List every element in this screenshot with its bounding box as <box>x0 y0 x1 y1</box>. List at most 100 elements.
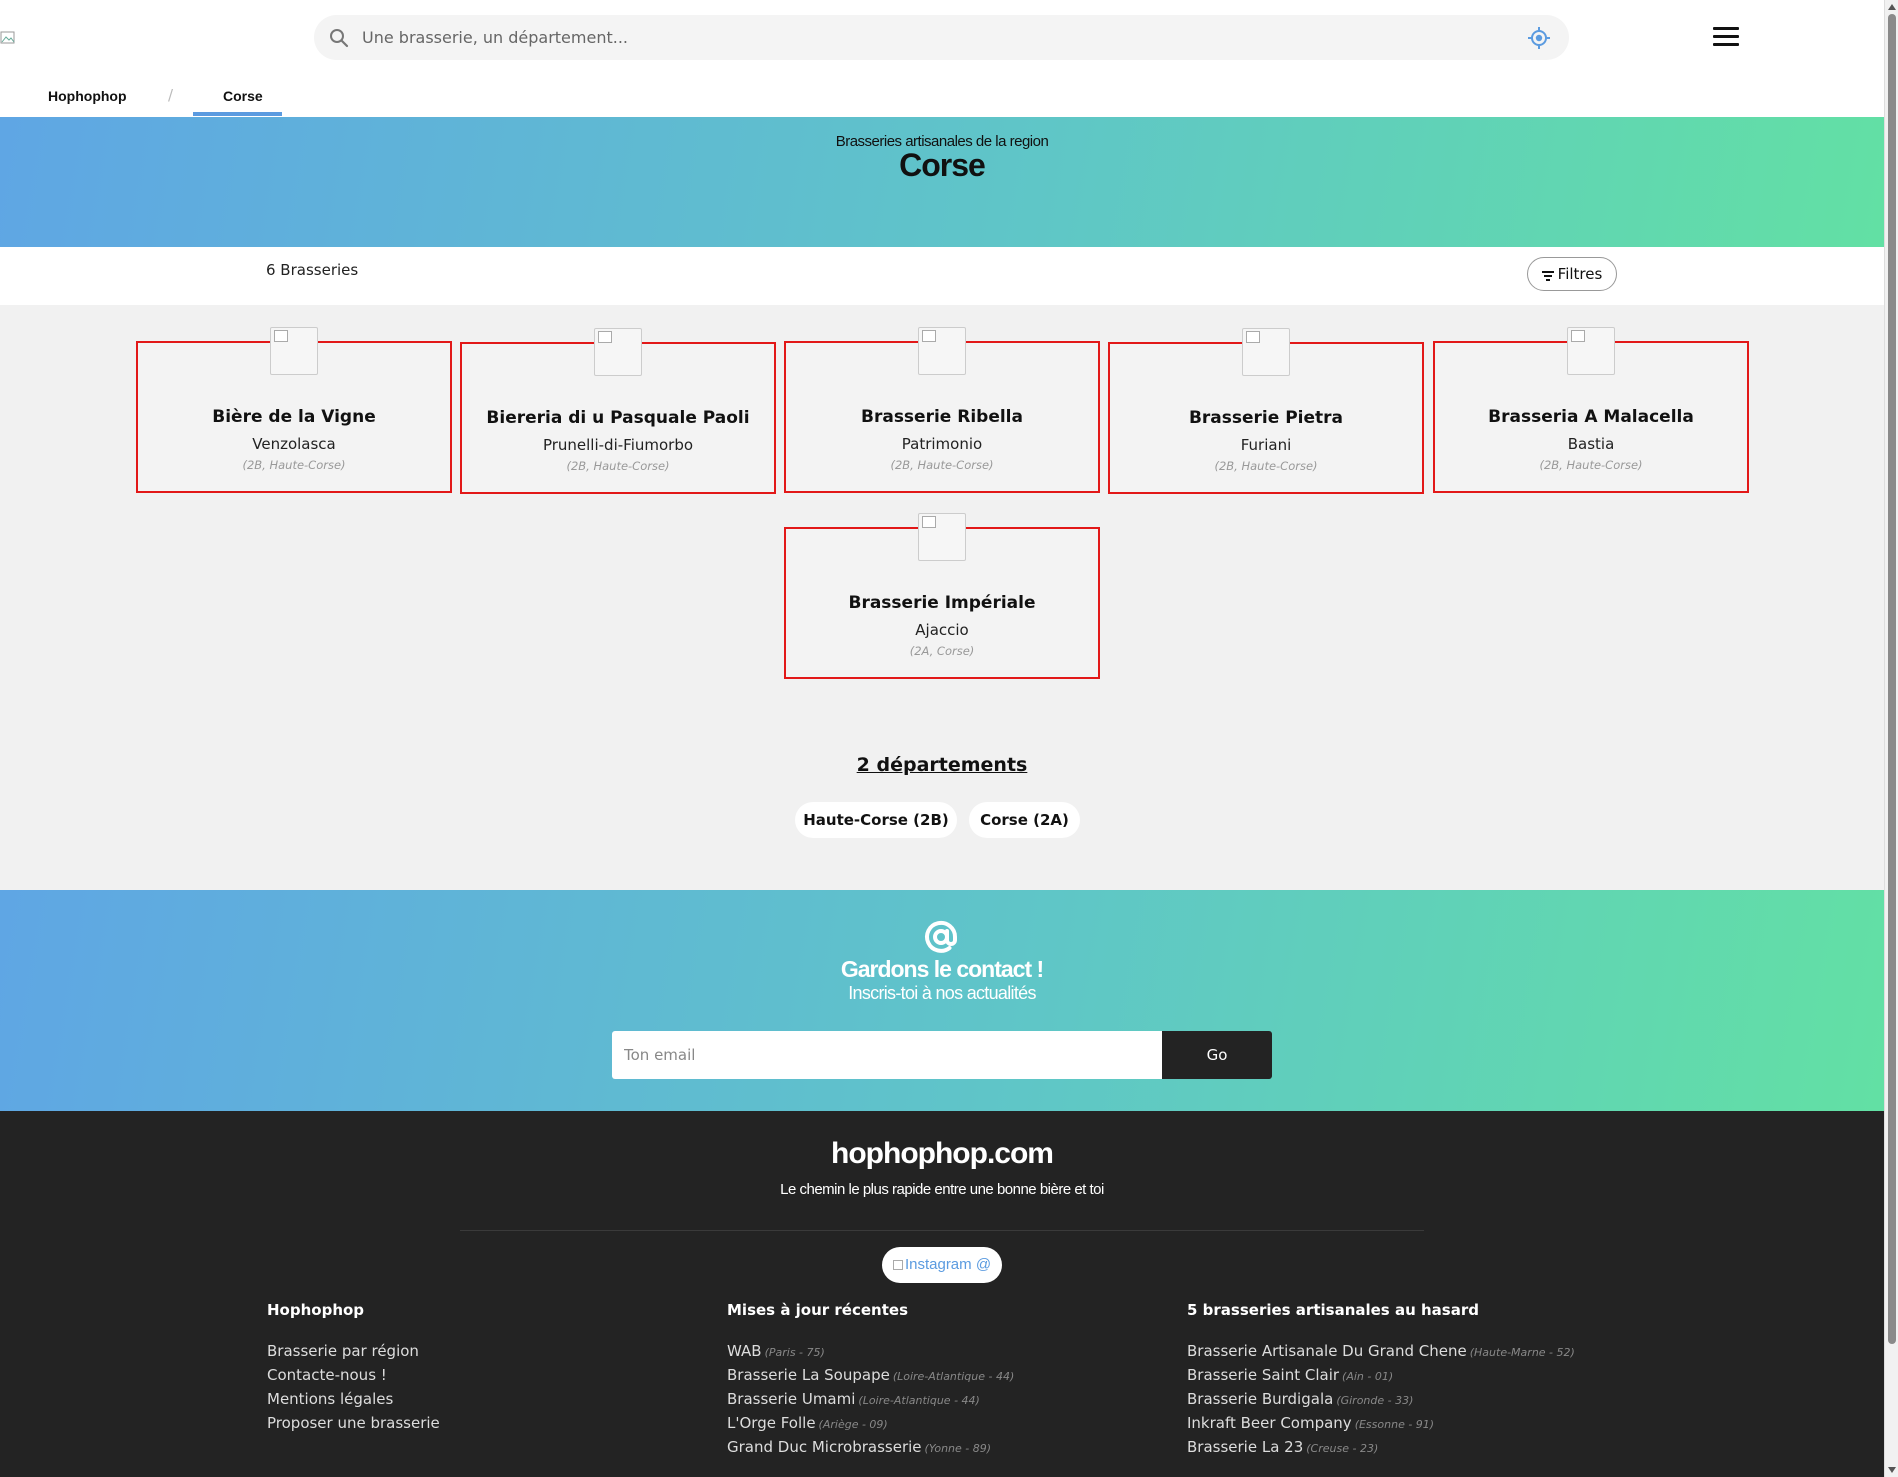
footer-column-title: Mises à jour récentes <box>727 1301 908 1319</box>
brewery-city: Prunelli-di-Fiumorbo <box>542 436 694 454</box>
footer-column-hophophop: Hophophop Brasserie par région Contacte-… <box>267 1301 440 1435</box>
filters-button[interactable]: Filtres <box>1527 257 1617 291</box>
brewery-department: (2B, Haute-Corse) <box>566 459 670 473</box>
instagram-broken-image-icon <box>892 1260 903 1270</box>
breadcrumb: Hophophop / Corse <box>0 75 1884 117</box>
footer-link[interactable]: Proposer une brasserie <box>267 1411 440 1435</box>
brewery-city: Bastia <box>1567 435 1615 453</box>
results-count: 6 Brasseries <box>266 261 359 279</box>
footer-brewery-link[interactable]: Brasserie La 23 (Creuse - 23) <box>1187 1435 1575 1459</box>
footer-brewery-name: L'Orge Folle <box>727 1414 816 1432</box>
brewery-card[interactable]: Bière de la Vigne Venzolasca (2B, Haute-… <box>136 327 452 493</box>
footer-brewery-location: (Gironde - 33) <box>1336 1394 1414 1407</box>
footer-brewery-name: WAB <box>727 1342 762 1360</box>
brewery-logo-image <box>918 513 966 561</box>
breadcrumb-current[interactable]: Corse <box>223 88 263 104</box>
footer-brewery-link[interactable]: Brasserie Umami (Loire-Atlantique - 44) <box>727 1387 1014 1411</box>
page-scrollbar[interactable] <box>1884 0 1898 1477</box>
footer-column-title: Hophophop <box>267 1301 365 1319</box>
footer-brewery-link[interactable]: Brasserie Burdigala (Gironde - 33) <box>1187 1387 1575 1411</box>
brewery-department: (2B, Haute-Corse) <box>1214 459 1318 473</box>
newsletter-title: Gardons le contact ! <box>840 956 1044 982</box>
departement-pill[interactable]: Haute-Corse (2B) <box>795 802 957 838</box>
at-sign-icon <box>922 918 960 956</box>
brewery-logo-image <box>1242 328 1290 376</box>
footer-column-title: 5 brasseries artisanales au hasard <box>1187 1301 1479 1319</box>
footer-brewery-name: Brasserie Saint Clair <box>1187 1366 1340 1384</box>
newsletter-go-button[interactable]: Go <box>1162 1031 1272 1079</box>
search-icon <box>328 27 350 49</box>
crosshair-icon[interactable] <box>1527 26 1551 50</box>
footer-brewery-location: (Yonne - 89) <box>924 1442 992 1455</box>
header <box>0 0 1884 75</box>
brewery-name: Brasserie Pietra <box>1188 408 1344 428</box>
scroll-up-arrow-icon[interactable] <box>1888 4 1896 10</box>
footer-link[interactable]: Brasserie par région <box>267 1339 440 1363</box>
brewery-city: Furiani <box>1240 436 1292 454</box>
instagram-link[interactable]: Instagram @ <box>882 1247 1002 1283</box>
footer-brewery-location: (Loire-Atlantique - 44) <box>892 1370 1015 1383</box>
breadcrumb-active-indicator <box>193 112 282 116</box>
footer-brewery-link[interactable]: Grand Duc Microbrasserie (Yonne - 89) <box>727 1435 1014 1459</box>
brewery-card[interactable]: Brasseria A Malacella Bastia (2B, Haute-… <box>1433 327 1749 493</box>
footer: hophophop.com Le chemin le plus rapide e… <box>0 1111 1884 1477</box>
brewery-logo-image <box>918 327 966 375</box>
footer-brewery-name: Brasserie La 23 <box>1187 1438 1304 1456</box>
breadcrumb-separator: / <box>168 86 174 104</box>
footer-brewery-link[interactable]: L'Orge Folle (Ariège - 09) <box>727 1411 1014 1435</box>
footer-brewery-name: Brasserie La Soupape <box>727 1366 890 1384</box>
footer-brewery-name: Brasserie Artisanale Du Grand Chene <box>1187 1342 1467 1360</box>
brewery-name: Brasseria A Malacella <box>1488 407 1694 427</box>
brewery-logo-image <box>1567 327 1615 375</box>
page-title: Corse <box>899 147 986 183</box>
brewery-logo-image <box>594 328 642 376</box>
footer-brewery-location: (Creuse - 23) <box>1306 1442 1379 1455</box>
newsletter-section: Gardons le contact ! Inscris-toi à nos a… <box>0 890 1884 1111</box>
departement-pill[interactable]: Corse (2A) <box>969 802 1080 838</box>
scroll-down-arrow-icon[interactable] <box>1888 1467 1896 1473</box>
brewery-card[interactable]: Brasserie Impériale Ajaccio (2A, Corse) <box>784 513 1100 679</box>
footer-brewery-name: Brasserie Burdigala <box>1187 1390 1334 1408</box>
results-bar: 6 Brasseries Filtres <box>0 247 1884 305</box>
brewery-name: Bière de la Vigne <box>212 407 376 427</box>
brewery-city: Venzolasca <box>252 435 336 453</box>
footer-brewery-location: (Essonne - 91) <box>1354 1418 1435 1431</box>
region-hero: Brasseries artisanales de la region Cors… <box>0 117 1884 247</box>
departements-title[interactable]: 2 départements <box>0 754 1884 776</box>
footer-column-random-breweries: 5 brasseries artisanales au hasard Brass… <box>1187 1301 1575 1459</box>
footer-link[interactable]: Contacte-nous ! <box>267 1363 440 1387</box>
footer-brewery-link[interactable]: WAB (Paris - 75) <box>727 1339 1014 1363</box>
newsletter-email-input[interactable] <box>612 1031 1163 1079</box>
logo-broken-image-icon[interactable] <box>0 30 16 46</box>
filters-label: Filtres <box>1557 265 1603 283</box>
scrollbar-thumb[interactable] <box>1888 14 1896 1344</box>
footer-brewery-name: Inkraft Beer Company <box>1187 1414 1352 1432</box>
brewery-card[interactable]: Brasserie Pietra Furiani (2B, Haute-Cors… <box>1108 328 1424 494</box>
footer-brewery-name: Brasserie Umami <box>727 1390 856 1408</box>
footer-brewery-location: (Loire-Atlantique - 44) <box>858 1394 980 1407</box>
brewery-name: Brasserie Ribella <box>861 407 1023 427</box>
footer-brewery-location: (Ariège - 09) <box>818 1418 888 1431</box>
footer-brewery-link[interactable]: Inkraft Beer Company (Essonne - 91) <box>1187 1411 1575 1435</box>
brewery-logo-image <box>270 327 318 375</box>
hamburger-menu-icon[interactable] <box>1713 27 1739 47</box>
footer-brewery-link[interactable]: Brasserie Saint Clair (Ain - 01) <box>1187 1363 1575 1387</box>
page: Hophophop / Corse Brasseries artisanales… <box>0 0 1884 1477</box>
footer-tagline: Le chemin le plus rapide entre une bonne… <box>780 1181 1104 1198</box>
brewery-name: Brasserie Impériale <box>848 593 1036 613</box>
footer-brewery-location: (Paris - 75) <box>764 1346 825 1359</box>
brewery-department: (2B, Haute-Corse) <box>1539 458 1643 472</box>
brewery-card[interactable]: Brasserie Ribella Patrimonio (2B, Haute-… <box>784 327 1100 493</box>
footer-brewery-link[interactable]: Brasserie La Soupape (Loire-Atlantique - … <box>727 1363 1014 1387</box>
breadcrumb-home-link[interactable]: Hophophop <box>48 88 127 104</box>
footer-brewery-link[interactable]: Brasserie Artisanale Du Grand Chene (Haut… <box>1187 1339 1575 1363</box>
brewery-city: Ajaccio <box>915 621 969 639</box>
brewery-department: (2B, Haute-Corse) <box>890 458 994 472</box>
brewery-department: (2B, Haute-Corse) <box>242 458 346 472</box>
search-bar <box>314 15 1569 60</box>
brewery-card[interactable]: Biereria di u Pasquale Paoli Prunelli-di… <box>460 328 776 494</box>
footer-link[interactable]: Mentions légales <box>267 1387 440 1411</box>
search-input[interactable] <box>362 15 1502 60</box>
newsletter-subtitle: Inscris-toi à nos actualités <box>848 983 1036 1003</box>
footer-brewery-name: Grand Duc Microbrasserie <box>727 1438 922 1456</box>
